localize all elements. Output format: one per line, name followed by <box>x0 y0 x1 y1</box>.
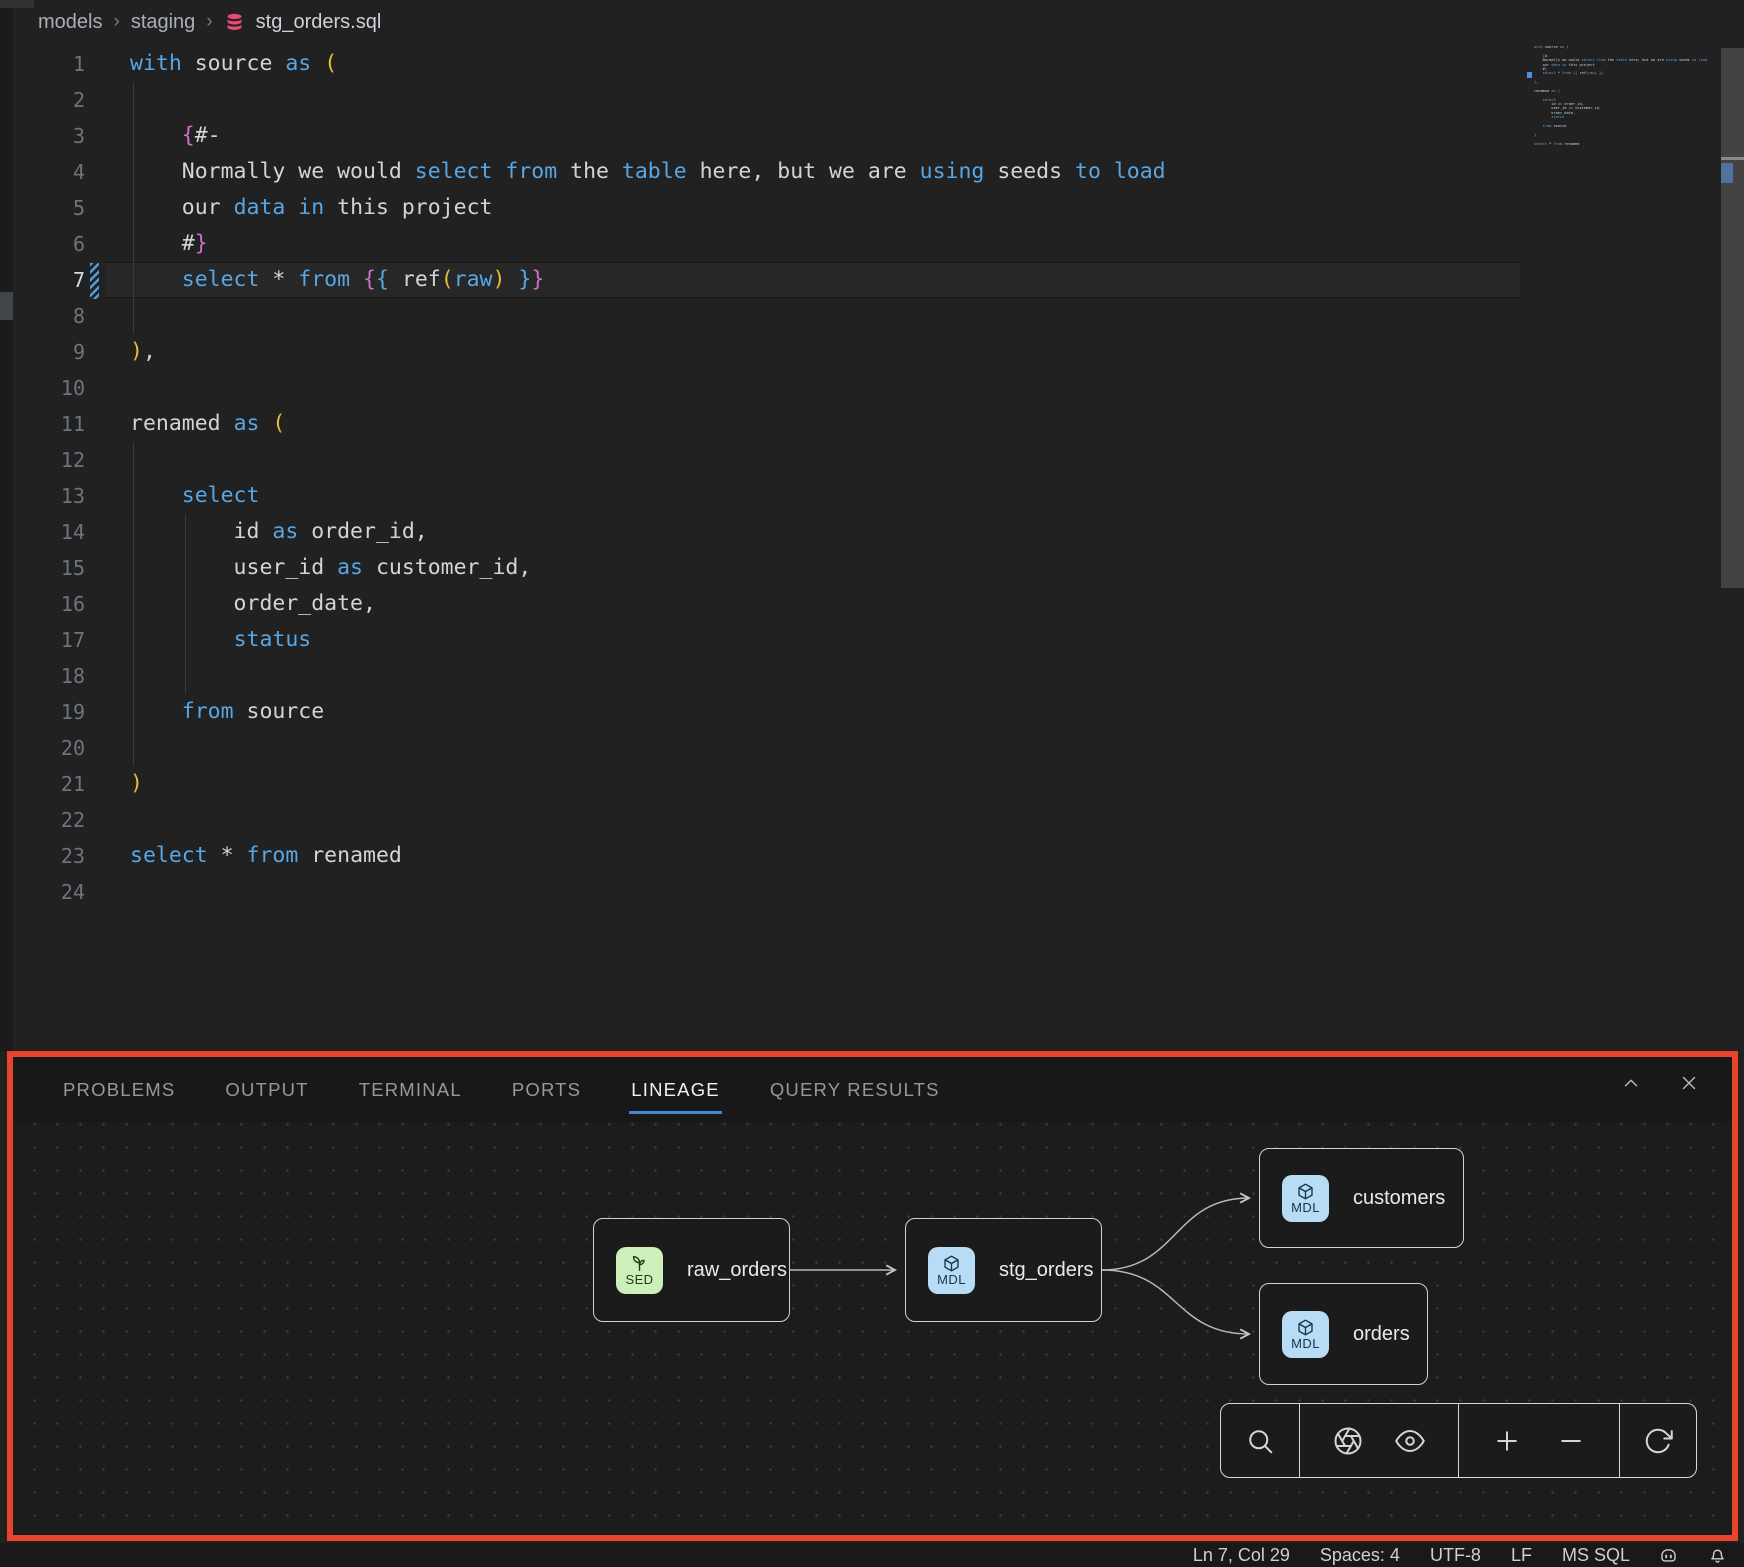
code-line-15[interactable]: user_id as customer_id, <box>130 550 531 586</box>
close-icon <box>1678 1072 1700 1094</box>
panel-close-button[interactable] <box>1678 1072 1700 1094</box>
scrollbar-change-marker <box>1721 163 1733 183</box>
code-line-3[interactable]: {#- <box>130 118 221 154</box>
chevron-up-icon <box>1620 1072 1642 1094</box>
lineage-node-orders[interactable]: MDL orders <box>1259 1283 1428 1385</box>
tab-query-results[interactable]: QUERY RESULTS <box>770 1079 940 1101</box>
minus-icon <box>1556 1426 1586 1456</box>
scrollbar-thumb[interactable] <box>1721 48 1744 588</box>
model-badge: MDL <box>928 1247 975 1294</box>
node-label: raw_orders <box>687 1259 787 1282</box>
code-line-1[interactable]: with source as ( <box>130 46 337 82</box>
status-eol[interactable]: LF <box>1511 1545 1532 1566</box>
database-icon <box>224 12 245 33</box>
search-icon <box>1245 1426 1275 1456</box>
status-encoding[interactable]: UTF-8 <box>1430 1545 1481 1566</box>
code-line-16[interactable]: order_date, <box>130 586 376 622</box>
cube-icon <box>942 1254 961 1273</box>
refresh-button[interactable] <box>1643 1426 1673 1456</box>
panel-tab-bar: PROBLEMS OUTPUT TERMINAL PORTS LINEAGE QUERY … <box>13 1057 1732 1122</box>
code-line-14[interactable]: id as order_id, <box>130 514 428 550</box>
panel-actions <box>1620 1072 1700 1094</box>
code-line-9[interactable]: ), <box>130 334 156 370</box>
status-cursor-position[interactable]: Ln 7, Col 29 <box>1193 1545 1290 1566</box>
seedling-icon <box>630 1254 649 1273</box>
zoom-in-button[interactable] <box>1492 1426 1522 1456</box>
lineage-toolbar <box>1220 1403 1697 1478</box>
lineage-node-customers[interactable]: MDL customers <box>1259 1148 1464 1248</box>
seed-badge: SED <box>616 1247 663 1294</box>
code-editor[interactable]: 123456789101112131415161718192021222324 … <box>13 44 1744 1051</box>
code-area[interactable]: with source as ( {#- Normally we would s… <box>13 44 1744 1051</box>
model-badge: MDL <box>1282 1175 1329 1222</box>
scrollbar-ruler-mark <box>1721 157 1744 160</box>
tab-terminal[interactable]: TERMINAL <box>359 1079 462 1101</box>
visibility-button[interactable] <box>1395 1426 1425 1456</box>
minimap[interactable]: with source as ( {#- Normally we would s… <box>1521 45 1719 150</box>
code-line-17[interactable]: status <box>130 622 311 658</box>
breadcrumb-separator: › <box>206 11 212 33</box>
code-line-21[interactable]: ) <box>130 766 143 802</box>
panel-maximize-button[interactable] <box>1620 1072 1642 1094</box>
eye-icon <box>1395 1426 1425 1456</box>
lineage-node-stg_orders[interactable]: MDL stg_orders <box>905 1218 1102 1322</box>
code-line-13[interactable]: select <box>130 478 259 514</box>
status-bar: Ln 7, Col 29 Spaces: 4 UTF-8 LF MS SQL <box>0 1543 1744 1567</box>
editor-scrollbar[interactable] <box>1721 44 1744 1051</box>
copilot-button[interactable] <box>1658 1545 1679 1566</box>
copilot-icon <box>1658 1545 1679 1566</box>
node-label: stg_orders <box>999 1259 1094 1282</box>
aperture-icon <box>1333 1426 1363 1456</box>
breadcrumb-folder-staging[interactable]: staging <box>131 11 196 34</box>
vscode-window: models › staging › stg_orders.sql 123456… <box>0 0 1744 1567</box>
code-line-23[interactable]: select * from renamed <box>130 838 402 874</box>
zoom-out-button[interactable] <box>1556 1426 1586 1456</box>
breadcrumb: models › staging › stg_orders.sql <box>13 0 1720 44</box>
code-line-6[interactable]: #} <box>130 226 208 262</box>
code-line-5[interactable]: our data in this project <box>130 190 492 226</box>
left-rail <box>0 0 13 1051</box>
minimap-code: with source as ( {#- Normally we would s… <box>1521 45 1719 150</box>
cube-icon <box>1296 1182 1315 1201</box>
plus-icon <box>1492 1426 1522 1456</box>
left-rail-thumb[interactable] <box>0 292 13 320</box>
tab-output[interactable]: OUTPUT <box>225 1079 308 1101</box>
bell-icon <box>1707 1545 1728 1566</box>
code-line-19[interactable]: from source <box>130 694 324 730</box>
node-label: orders <box>1353 1323 1410 1346</box>
lineage-canvas[interactable]: SEDraw_ordersMDLstg_ordersMDLcustomersMD… <box>13 1122 1732 1535</box>
status-indentation[interactable]: Spaces: 4 <box>1320 1545 1400 1566</box>
breadcrumb-file[interactable]: stg_orders.sql <box>256 11 382 34</box>
tab-ports[interactable]: PORTS <box>512 1079 581 1101</box>
refresh-icon <box>1643 1426 1673 1456</box>
cube-icon <box>1296 1318 1315 1337</box>
tab-problems[interactable]: PROBLEMS <box>63 1079 175 1101</box>
minimap-change-marker <box>1527 72 1532 78</box>
model-badge: MDL <box>1282 1311 1329 1358</box>
node-label: customers <box>1353 1187 1445 1210</box>
search-button[interactable] <box>1245 1426 1275 1456</box>
breadcrumb-separator: › <box>113 11 119 33</box>
status-language-mode[interactable]: MS SQL <box>1562 1545 1630 1566</box>
tab-lineage[interactable]: LINEAGE <box>631 1079 720 1101</box>
code-line-7[interactable]: select * from {{ ref(raw) }} <box>130 262 544 298</box>
notifications-button[interactable] <box>1707 1545 1728 1566</box>
lineage-node-raw_orders[interactable]: SED raw_orders <box>593 1218 790 1322</box>
code-line-11[interactable]: renamed as ( <box>130 406 285 442</box>
snapshot-button[interactable] <box>1333 1426 1363 1456</box>
code-line-4[interactable]: Normally we would select from the table … <box>130 154 1166 190</box>
breadcrumb-folder-models[interactable]: models <box>38 11 102 34</box>
